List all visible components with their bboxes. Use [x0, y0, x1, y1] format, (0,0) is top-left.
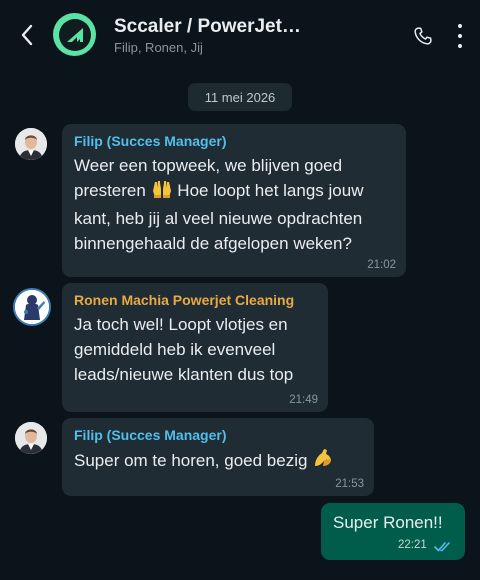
sender-name[interactable]: Ronen Machia Powerjet Cleaning: [74, 291, 316, 309]
date-separator: 11 mei 2026: [188, 83, 292, 111]
avatar-filip[interactable]: [15, 128, 47, 160]
sender-name[interactable]: Filip (Succes Manager): [74, 132, 394, 150]
message-time: 22:21: [398, 539, 427, 551]
chat-title[interactable]: Sccaler / PowerJet…: [114, 16, 314, 38]
message-text: Super Ronen!!: [333, 513, 443, 532]
back-arrow-icon[interactable]: [14, 22, 40, 48]
message-text: Ja toch wel! Loopt vlotjes en gemiddeld …: [74, 315, 294, 384]
chat-header: Sccaler / PowerJet… Filip, Ronen, Jij: [0, 0, 480, 72]
flexed-biceps-emoji-icon: [312, 447, 334, 476]
group-avatar[interactable]: [53, 13, 96, 56]
raising-hands-emoji-icon: [151, 179, 173, 206]
avatar-filip[interactable]: [15, 422, 47, 454]
message-bubble[interactable]: Ronen Machia Powerjet Cleaning Ja toch w…: [62, 283, 328, 412]
message-text: Super om te horen, goed bezig: [74, 447, 362, 476]
outgoing-message-bubble[interactable]: Super Ronen!! 22:21: [321, 503, 465, 560]
avatar-ronen[interactable]: [13, 288, 51, 326]
phone-call-icon[interactable]: [411, 24, 435, 48]
message-bubble[interactable]: Filip (Succes Manager) Super om te horen…: [62, 418, 374, 496]
more-options-icon[interactable]: [450, 24, 470, 48]
message-time: 21:02: [367, 259, 396, 271]
message-time: 21:49: [289, 394, 318, 406]
read-receipt-double-check-icon: [434, 540, 454, 558]
message-bubble[interactable]: Filip (Succes Manager) Weer een topweek,…: [62, 124, 406, 277]
message-text: Weer een topweek, we blijven goed preste…: [74, 156, 364, 253]
message-time: 21:53: [335, 478, 364, 490]
sccaler-logo-icon: [58, 18, 91, 51]
sender-name[interactable]: Filip (Succes Manager): [74, 426, 362, 444]
chat-participants[interactable]: Filip, Ronen, Jij: [114, 40, 203, 55]
